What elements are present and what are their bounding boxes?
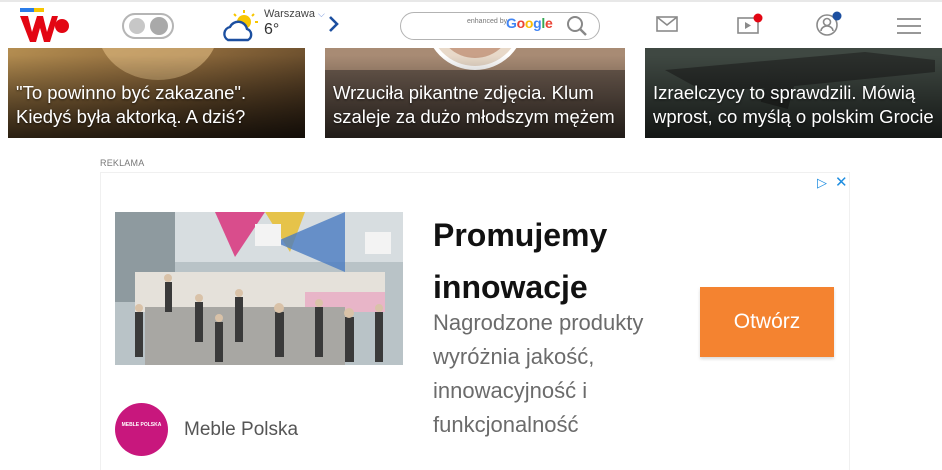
chevron-down-icon: ⌵ xyxy=(318,9,325,19)
open-button[interactable]: Otwórz xyxy=(700,287,834,357)
menu-icon[interactable] xyxy=(896,16,922,36)
chevron-right-icon[interactable] xyxy=(326,13,342,35)
user-icon[interactable] xyxy=(815,11,843,37)
search-branding-prefix: enhanced by xyxy=(467,18,508,25)
ad-label: REKLAMA xyxy=(100,158,145,168)
weather-city[interactable]: Warszawa ⌵ xyxy=(264,8,325,20)
weather-temperature: 6° xyxy=(264,21,280,38)
advertiser-logo-text: MEBLE POLSKA xyxy=(121,422,162,428)
weather-icon[interactable] xyxy=(222,10,260,44)
ad-choices-icon[interactable]: ▷ xyxy=(817,175,827,191)
toggle-moon xyxy=(129,18,145,34)
advertiser-logo[interactable]: MEBLE POLSKA xyxy=(115,403,168,456)
mail-icon[interactable] xyxy=(655,14,679,34)
wp-logo[interactable] xyxy=(18,6,70,46)
google-logo: Google xyxy=(506,15,553,31)
ad-description: Nagrodzone produkty wyróżnia jakość, inn… xyxy=(433,310,644,437)
article-title-1: "To powinno być zakazane". Kiedyś była a… xyxy=(16,82,247,127)
top-bar: Warszawa ⌵ 6° enhanced by Google xyxy=(0,0,942,48)
search-icon[interactable] xyxy=(566,15,588,37)
close-icon[interactable]: ✕ xyxy=(835,173,848,191)
ad-headline[interactable]: Promujemy innowacje xyxy=(433,209,693,313)
ad-image[interactable] xyxy=(115,212,403,365)
article-title-3: Izraelczycy to sprawdzili. Mówią wprost,… xyxy=(653,82,934,127)
search-input[interactable] xyxy=(413,17,463,35)
advertiser-name[interactable]: Meble Polska xyxy=(184,419,298,441)
toggle-knob xyxy=(150,17,168,35)
article-title-2: Wrzuciła pikantne zdjęcia. Klum szaleje … xyxy=(333,82,615,127)
theme-toggle-icon[interactable] xyxy=(122,13,174,39)
video-icon[interactable] xyxy=(736,12,764,36)
